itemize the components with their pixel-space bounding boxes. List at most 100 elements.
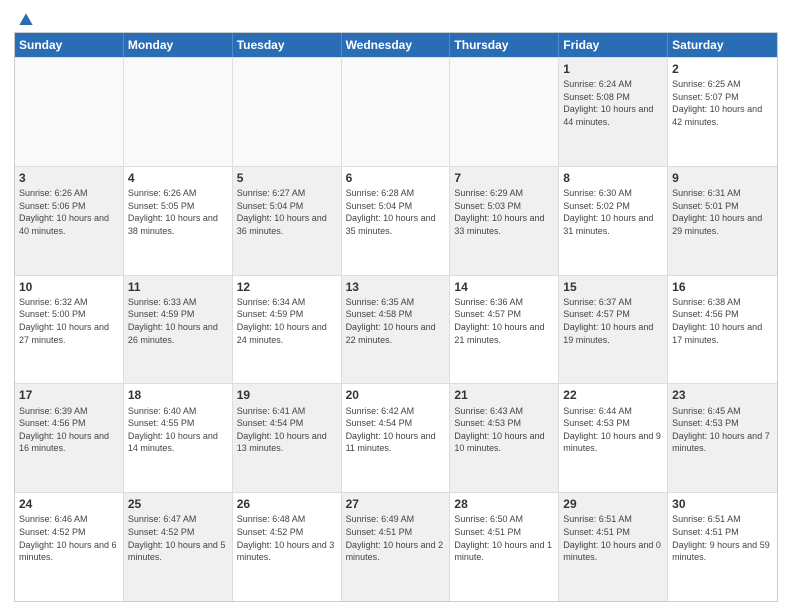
calendar-cell: 1Sunrise: 6:24 AMSunset: 5:08 PMDaylight… [559,58,668,166]
day-number: 10 [19,279,119,295]
calendar-cell: 5Sunrise: 6:27 AMSunset: 5:04 PMDaylight… [233,167,342,275]
cell-detail: Sunrise: 6:47 AMSunset: 4:52 PMDaylight:… [128,513,228,563]
day-number: 20 [346,387,446,403]
cell-detail: Sunrise: 6:24 AMSunset: 5:08 PMDaylight:… [563,78,663,128]
calendar-cell: 6Sunrise: 6:28 AMSunset: 5:04 PMDaylight… [342,167,451,275]
calendar-cell: 9Sunrise: 6:31 AMSunset: 5:01 PMDaylight… [668,167,777,275]
calendar-cell: 13Sunrise: 6:35 AMSunset: 4:58 PMDayligh… [342,276,451,384]
cell-detail: Sunrise: 6:26 AMSunset: 5:06 PMDaylight:… [19,187,119,237]
calendar-cell [342,58,451,166]
header [14,10,778,26]
page-container: SundayMondayTuesdayWednesdayThursdayFrid… [0,0,792,612]
day-number: 4 [128,170,228,186]
day-number: 26 [237,496,337,512]
cell-detail: Sunrise: 6:42 AMSunset: 4:54 PMDaylight:… [346,405,446,455]
calendar-cell: 11Sunrise: 6:33 AMSunset: 4:59 PMDayligh… [124,276,233,384]
cell-detail: Sunrise: 6:40 AMSunset: 4:55 PMDaylight:… [128,405,228,455]
cell-detail: Sunrise: 6:35 AMSunset: 4:58 PMDaylight:… [346,296,446,346]
calendar-cell: 17Sunrise: 6:39 AMSunset: 4:56 PMDayligh… [15,384,124,492]
day-number: 28 [454,496,554,512]
cell-detail: Sunrise: 6:29 AMSunset: 5:03 PMDaylight:… [454,187,554,237]
cell-detail: Sunrise: 6:43 AMSunset: 4:53 PMDaylight:… [454,405,554,455]
day-number: 21 [454,387,554,403]
cell-detail: Sunrise: 6:38 AMSunset: 4:56 PMDaylight:… [672,296,773,346]
day-number: 11 [128,279,228,295]
day-number: 18 [128,387,228,403]
day-number: 5 [237,170,337,186]
calendar-cell [15,58,124,166]
cell-detail: Sunrise: 6:25 AMSunset: 5:07 PMDaylight:… [672,78,773,128]
cell-detail: Sunrise: 6:31 AMSunset: 5:01 PMDaylight:… [672,187,773,237]
cell-detail: Sunrise: 6:26 AMSunset: 5:05 PMDaylight:… [128,187,228,237]
calendar-header-row: SundayMondayTuesdayWednesdayThursdayFrid… [15,33,777,57]
calendar-day-header: Saturday [668,33,777,57]
calendar-day-header: Wednesday [342,33,451,57]
day-number: 15 [563,279,663,295]
cell-detail: Sunrise: 6:33 AMSunset: 4:59 PMDaylight:… [128,296,228,346]
day-number: 22 [563,387,663,403]
calendar-cell: 10Sunrise: 6:32 AMSunset: 5:00 PMDayligh… [15,276,124,384]
day-number: 16 [672,279,773,295]
calendar-cell: 4Sunrise: 6:26 AMSunset: 5:05 PMDaylight… [124,167,233,275]
calendar-day-header: Tuesday [233,33,342,57]
calendar-cell [450,58,559,166]
cell-detail: Sunrise: 6:48 AMSunset: 4:52 PMDaylight:… [237,513,337,563]
calendar-cell: 7Sunrise: 6:29 AMSunset: 5:03 PMDaylight… [450,167,559,275]
calendar-cell: 3Sunrise: 6:26 AMSunset: 5:06 PMDaylight… [15,167,124,275]
calendar-cell: 27Sunrise: 6:49 AMSunset: 4:51 PMDayligh… [342,493,451,601]
cell-detail: Sunrise: 6:45 AMSunset: 4:53 PMDaylight:… [672,405,773,455]
day-number: 23 [672,387,773,403]
calendar-cell: 19 Sunrise: 6:41 AMSunset: 4:54 PMDayligh… [233,384,342,492]
calendar-row: 3Sunrise: 6:26 AMSunset: 5:06 PMDaylight… [15,166,777,275]
calendar-cell: 21 Sunrise: 6:43 AMSunset: 4:53 PMDayligh… [450,384,559,492]
calendar-cell [233,58,342,166]
cell-detail: Sunrise: 6:44 AMSunset: 4:53 PMDaylight:… [563,405,663,455]
calendar-cell: 30Sunrise: 6:51 AMSunset: 4:51 PMDayligh… [668,493,777,601]
day-number: 13 [346,279,446,295]
logo-icon [16,10,36,30]
calendar-cell: 28Sunrise: 6:50 AMSunset: 4:51 PMDayligh… [450,493,559,601]
calendar-cell: 25Sunrise: 6:47 AMSunset: 4:52 PMDayligh… [124,493,233,601]
logo-text [14,10,36,30]
day-number: 24 [19,496,119,512]
calendar-row: 17Sunrise: 6:39 AMSunset: 4:56 PMDayligh… [15,383,777,492]
day-number: 2 [672,61,773,77]
cell-detail: Sunrise: 6:41 AMSunset: 4:54 PMDaylight:… [237,405,337,455]
day-number: 25 [128,496,228,512]
calendar-cell: 16Sunrise: 6:38 AMSunset: 4:56 PMDayligh… [668,276,777,384]
calendar-cell: 26Sunrise: 6:48 AMSunset: 4:52 PMDayligh… [233,493,342,601]
calendar-row: 24Sunrise: 6:46 AMSunset: 4:52 PMDayligh… [15,492,777,601]
calendar-cell: 2Sunrise: 6:25 AMSunset: 5:07 PMDaylight… [668,58,777,166]
logo [14,10,36,26]
cell-detail: Sunrise: 6:51 AMSunset: 4:51 PMDaylight:… [563,513,663,563]
day-number: 19 [237,387,337,403]
day-number: 29 [563,496,663,512]
cell-detail: Sunrise: 6:34 AMSunset: 4:59 PMDaylight:… [237,296,337,346]
day-number: 17 [19,387,119,403]
calendar-cell: 23 Sunrise: 6:45 AMSunset: 4:53 PMDayligh… [668,384,777,492]
calendar-day-header: Thursday [450,33,559,57]
day-number: 1 [563,61,663,77]
day-number: 7 [454,170,554,186]
cell-detail: Sunrise: 6:51 AMSunset: 4:51 PMDaylight:… [672,513,773,563]
calendar-day-header: Monday [124,33,233,57]
cell-detail: Sunrise: 6:32 AMSunset: 5:00 PMDaylight:… [19,296,119,346]
day-number: 3 [19,170,119,186]
calendar-row: 10Sunrise: 6:32 AMSunset: 5:00 PMDayligh… [15,275,777,384]
day-number: 27 [346,496,446,512]
calendar-day-header: Sunday [15,33,124,57]
cell-detail: Sunrise: 6:36 AMSunset: 4:57 PMDaylight:… [454,296,554,346]
calendar-cell: 14Sunrise: 6:36 AMSunset: 4:57 PMDayligh… [450,276,559,384]
calendar-day-header: Friday [559,33,668,57]
calendar-cell: 20 Sunrise: 6:42 AMSunset: 4:54 PMDayligh… [342,384,451,492]
calendar-cell: 22 Sunrise: 6:44 AMSunset: 4:53 PMDayligh… [559,384,668,492]
day-number: 6 [346,170,446,186]
day-number: 9 [672,170,773,186]
cell-detail: Sunrise: 6:27 AMSunset: 5:04 PMDaylight:… [237,187,337,237]
calendar-cell: 29Sunrise: 6:51 AMSunset: 4:51 PMDayligh… [559,493,668,601]
calendar-cell: 15Sunrise: 6:37 AMSunset: 4:57 PMDayligh… [559,276,668,384]
cell-detail: Sunrise: 6:46 AMSunset: 4:52 PMDaylight:… [19,513,119,563]
day-number: 8 [563,170,663,186]
day-number: 14 [454,279,554,295]
cell-detail: Sunrise: 6:28 AMSunset: 5:04 PMDaylight:… [346,187,446,237]
